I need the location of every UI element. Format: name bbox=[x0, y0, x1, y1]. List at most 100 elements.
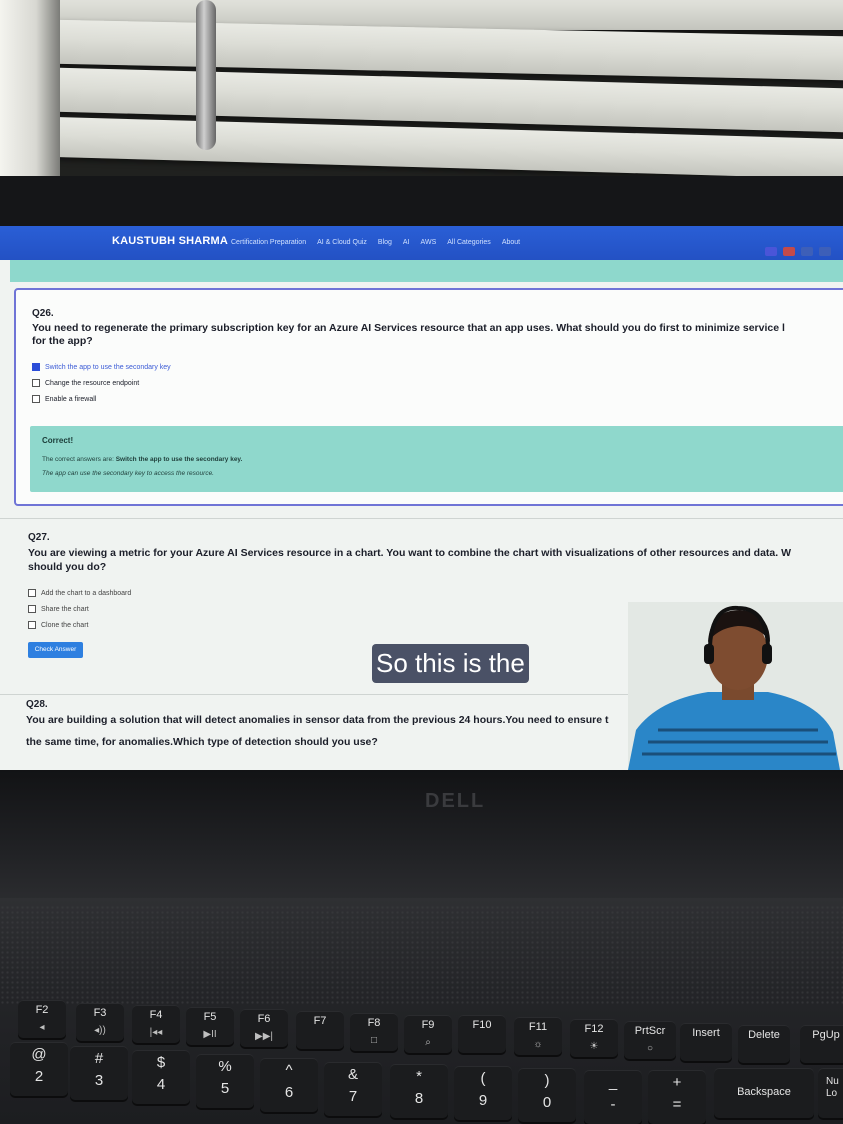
key-number: 3 bbox=[94, 1072, 104, 1089]
answer-option[interactable]: Switch the app to use the secondary key bbox=[32, 363, 171, 371]
feedback-panel: Correct! The correct answers are: Switch… bbox=[30, 426, 843, 492]
nav-link-about[interactable]: About bbox=[502, 239, 520, 246]
question-text: You need to regenerate the primary subsc… bbox=[32, 322, 785, 334]
answer-option[interactable]: Enable a firewall bbox=[32, 395, 96, 403]
speaker-grille bbox=[0, 905, 843, 1005]
site-brand[interactable]: KAUSTUBH SHARMA bbox=[112, 235, 228, 247]
function-key-f3[interactable]: F3 ◂)) bbox=[76, 1003, 124, 1041]
number-key-5[interactable]: % 5 bbox=[196, 1054, 254, 1108]
key-number: - bbox=[610, 1096, 616, 1113]
question-number: Q26. bbox=[32, 308, 54, 319]
nav-link-aws[interactable]: AWS bbox=[421, 239, 437, 246]
nav-link-categories[interactable]: All Categories bbox=[447, 239, 491, 246]
number-key-6[interactable]: ^ 6 bbox=[260, 1058, 318, 1112]
flag-icon[interactable] bbox=[765, 247, 777, 256]
nav-link-certification[interactable]: Certification Preparation bbox=[231, 239, 306, 246]
previous-feedback-strip bbox=[10, 260, 843, 282]
social-icon[interactable] bbox=[819, 247, 831, 256]
number-key-=[interactable]: + = bbox=[648, 1070, 706, 1124]
key-label: F8 bbox=[367, 1017, 381, 1029]
function-key-delete[interactable]: Delete bbox=[738, 1025, 790, 1063]
function-key-f12[interactable]: F12 ☀ bbox=[570, 1019, 618, 1057]
function-key-prtscr[interactable]: PrtScr ○ bbox=[624, 1021, 676, 1059]
key-symbol: # bbox=[94, 1050, 104, 1067]
feedback-answer-text: Switch the app to use the secondary key. bbox=[115, 456, 243, 463]
key-label: F9 bbox=[421, 1019, 435, 1031]
youtube-icon[interactable] bbox=[783, 247, 795, 256]
key-number: 7 bbox=[348, 1088, 358, 1105]
checkbox[interactable] bbox=[28, 589, 36, 597]
key-label: F4 bbox=[149, 1009, 163, 1021]
function-key-f6[interactable]: F6 ▶▶| bbox=[240, 1009, 288, 1047]
key-symbol: $ bbox=[156, 1054, 166, 1071]
key-symbol: ^ bbox=[285, 1062, 293, 1079]
option-label: Change the resource endpoint bbox=[45, 379, 140, 387]
video-caption: So this is the bbox=[372, 644, 529, 683]
function-key-f4[interactable]: F4 |◂◂ bbox=[132, 1005, 180, 1043]
function-key-f11[interactable]: F11 ☼ bbox=[514, 1017, 562, 1055]
checkbox-checked[interactable] bbox=[32, 363, 40, 371]
checkbox[interactable] bbox=[28, 621, 36, 629]
number-key-9[interactable]: (9 bbox=[454, 1066, 512, 1120]
key-label: Insert bbox=[692, 1027, 720, 1039]
key-number: 9 bbox=[478, 1092, 488, 1109]
backspace-key[interactable]: Backspace bbox=[714, 1068, 814, 1118]
key-label: F7 bbox=[313, 1015, 327, 1027]
function-key-f2[interactable]: F2 ◂ bbox=[18, 1000, 66, 1038]
function-key-f5[interactable]: F5 ▶II bbox=[186, 1007, 234, 1045]
header-icons bbox=[765, 247, 831, 256]
checkbox[interactable] bbox=[32, 395, 40, 403]
key-symbol: ) bbox=[544, 1072, 550, 1089]
question-text: for the app? bbox=[32, 335, 93, 347]
window-blinds bbox=[0, 0, 843, 180]
function-key-f10[interactable]: F10 bbox=[458, 1015, 506, 1053]
key-label: PgUp bbox=[812, 1029, 840, 1041]
number-key-0[interactable]: ) 0 bbox=[518, 1068, 576, 1122]
checkbox[interactable] bbox=[32, 379, 40, 387]
number-key-8[interactable]: * 8 bbox=[390, 1064, 448, 1118]
key-icon: ⌕ bbox=[425, 1037, 431, 1048]
key-icon: ▶▶| bbox=[255, 1031, 273, 1042]
key-icon: ☼ bbox=[533, 1039, 543, 1050]
numlock-key[interactable]: Nu Lo bbox=[818, 1068, 843, 1118]
number-key-4[interactable]: $4 bbox=[132, 1050, 190, 1104]
nav-link-blog[interactable]: Blog bbox=[378, 239, 392, 246]
laptop-hinge bbox=[0, 770, 843, 900]
key-symbol: + bbox=[672, 1074, 682, 1091]
answer-option[interactable]: Share the chart bbox=[28, 605, 89, 613]
key-number: 6 bbox=[284, 1084, 294, 1101]
answer-option[interactable]: Add the chart to a dashboard bbox=[28, 589, 131, 597]
nav-link-ai[interactable]: AI bbox=[403, 239, 410, 246]
divider bbox=[0, 518, 843, 519]
function-key-f8[interactable]: F8 □ bbox=[350, 1013, 398, 1051]
question-number: Q28. bbox=[26, 699, 48, 710]
key-symbol: @ bbox=[31, 1046, 47, 1063]
answer-option[interactable]: Change the resource endpoint bbox=[32, 379, 139, 387]
function-key-insert[interactable]: Insert bbox=[680, 1023, 732, 1061]
function-key-pgup[interactable]: PgUp bbox=[800, 1025, 843, 1063]
key-number: 5 bbox=[220, 1080, 230, 1097]
check-answer-button[interactable]: Check Answer bbox=[28, 642, 83, 658]
nav-link-quiz[interactable]: AI & Cloud Quiz bbox=[317, 239, 367, 246]
number-key-2[interactable]: @2 bbox=[10, 1042, 68, 1096]
answer-option[interactable]: Clone the chart bbox=[28, 621, 88, 629]
feedback-title: Correct! bbox=[42, 436, 74, 445]
window-frame bbox=[0, 0, 60, 180]
number-key-3[interactable]: #3 bbox=[70, 1046, 128, 1100]
key-icon: □ bbox=[370, 1035, 378, 1046]
key-label: Nu bbox=[826, 1076, 839, 1087]
key-label: F2 bbox=[35, 1004, 49, 1016]
function-key-f9[interactable]: F9 ⌕ bbox=[404, 1015, 452, 1053]
question-text: should you do? bbox=[28, 561, 107, 573]
number-key-7[interactable]: & 7 bbox=[324, 1062, 382, 1116]
option-label: Add the chart to a dashboard bbox=[41, 589, 132, 597]
feedback-answer-prefix: The correct answers are: bbox=[42, 456, 116, 463]
number-key--[interactable]: _ - bbox=[584, 1070, 642, 1124]
function-key-f7[interactable]: F7 bbox=[296, 1011, 344, 1049]
option-label: Share the chart bbox=[41, 605, 89, 613]
option-label: Switch the app to use the secondary key bbox=[45, 363, 171, 371]
feedback-explanation: The app can use the secondary key to acc… bbox=[42, 470, 214, 477]
checkbox[interactable] bbox=[28, 605, 36, 613]
social-icon[interactable] bbox=[801, 247, 813, 256]
key-symbol: _ bbox=[608, 1074, 618, 1091]
